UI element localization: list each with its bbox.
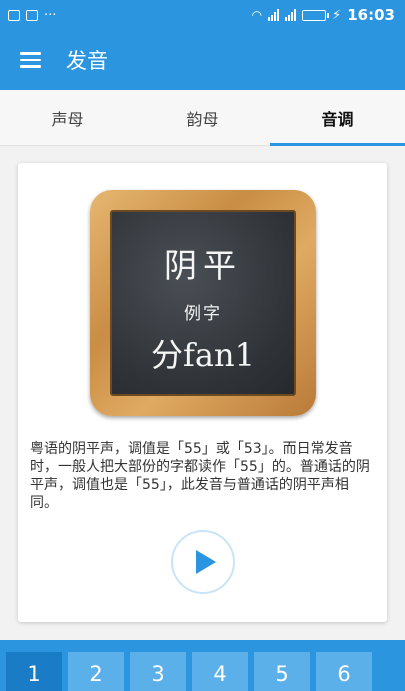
tab-finals[interactable]: 韵母 [135, 90, 270, 145]
tone-tab-5[interactable]: 5 [254, 652, 310, 691]
status-bar: ··· ◠ ⚡ 16:03 [0, 0, 405, 30]
tone-description: 粤语的阴平声，调值是「55」或「53」。而日常发音时，一般人把大部份的字都读作「… [30, 441, 370, 511]
play-icon [195, 550, 216, 574]
hamburger-menu-icon[interactable] [0, 30, 60, 90]
app-bar: 发音 [0, 30, 405, 90]
status-time: 16:03 [347, 6, 395, 24]
tone-number-bar: 1 2 3 4 5 6 [0, 640, 405, 691]
chalkboard-surface: 阴平 例字 分fan1 [110, 210, 296, 396]
page-title: 发音 [66, 49, 108, 73]
wifi-icon: ◠ [251, 8, 263, 22]
tone-tab-3[interactable]: 3 [130, 652, 186, 691]
tone-name: 阴平 [164, 245, 242, 285]
tone-tab-2[interactable]: 2 [68, 652, 124, 691]
image-notification-icon [8, 9, 20, 21]
status-right: ◠ ⚡ 16:03 [252, 6, 395, 24]
chalkboard-image: 阴平 例字 分fan1 [90, 190, 316, 416]
tab-initials[interactable]: 声母 [0, 90, 135, 145]
tab-tones[interactable]: 音调 [270, 90, 405, 146]
tone-card: 阴平 例字 分fan1 粤语的阴平声，调值是「55」或「53」。而日常发音时，一… [18, 163, 387, 622]
status-left: ··· [8, 8, 56, 23]
lock-notification-icon [26, 9, 38, 21]
more-notifications: ··· [44, 7, 57, 23]
example-word: 分fan1 [151, 335, 255, 374]
tone-tab-6[interactable]: 6 [316, 652, 372, 691]
example-label: 例字 [184, 303, 222, 324]
charging-icon: ⚡ [332, 7, 342, 23]
tone-tab-1[interactable]: 1 [6, 652, 62, 691]
signal-2-icon [285, 9, 297, 21]
battery-icon [302, 9, 330, 21]
play-button[interactable] [171, 530, 235, 594]
signal-icon [268, 9, 280, 21]
category-tabs: 声母 韵母 音调 [0, 90, 405, 146]
tone-tab-4[interactable]: 4 [192, 652, 248, 691]
